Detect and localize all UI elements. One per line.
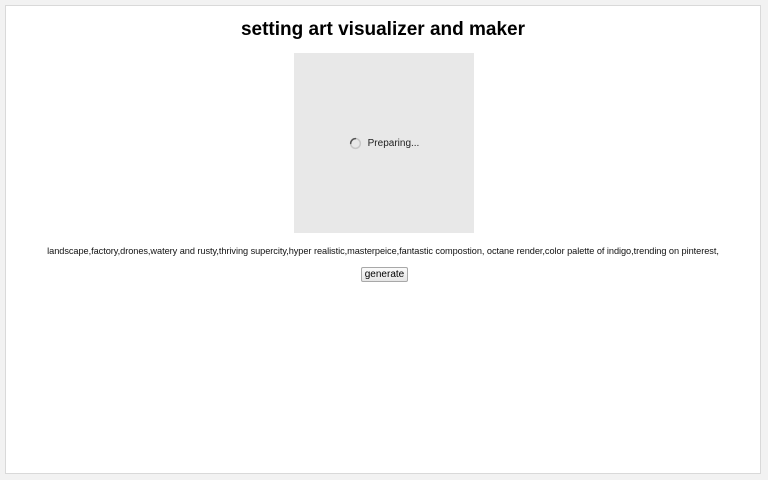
loading-spinner-icon <box>349 137 362 150</box>
prompt-text: landscape,factory,drones,watery and rust… <box>47 246 719 256</box>
generate-button[interactable]: generate <box>361 267 408 282</box>
loading-indicator: Preparing... <box>294 53 474 233</box>
image-preview-canvas: Preparing... <box>294 53 474 233</box>
loading-status-text: Preparing... <box>367 137 420 149</box>
app-container: setting art visualizer and maker Prepari… <box>5 5 761 474</box>
page-title: setting art visualizer and maker <box>240 19 526 40</box>
